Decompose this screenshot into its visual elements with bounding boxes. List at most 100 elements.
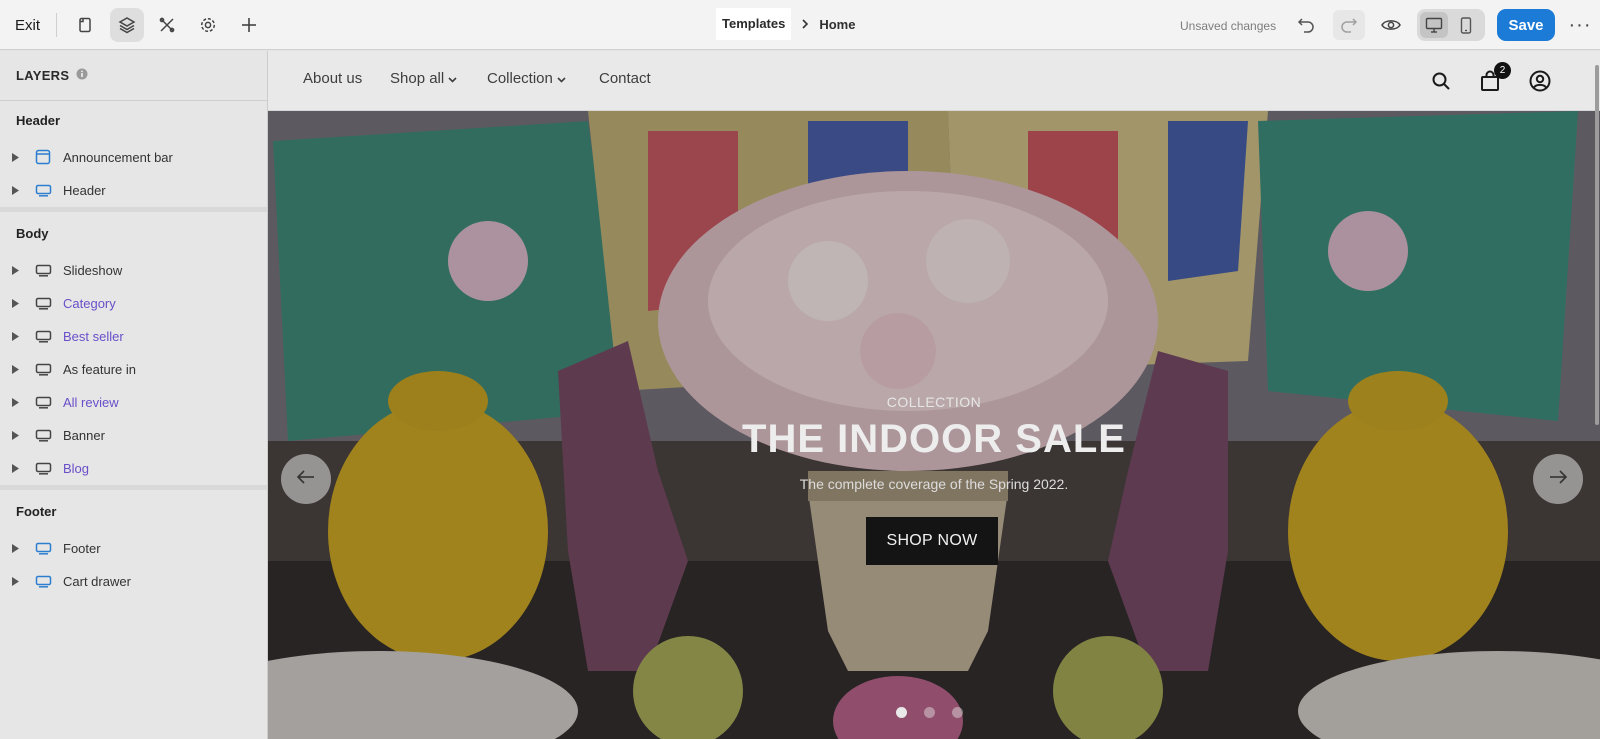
layer-header[interactable]: Header <box>0 175 267 205</box>
arrow-right-icon <box>1549 469 1568 489</box>
exit-button[interactable]: Exit <box>15 17 40 34</box>
hero-subline: The complete coverage of the Spring 2022… <box>799 476 1069 492</box>
slide-dot[interactable] <box>952 707 963 718</box>
section-icon <box>33 396 53 409</box>
device-toggle <box>1417 9 1485 41</box>
slide-dot[interactable] <box>896 707 907 718</box>
layer-announcement-bar[interactable]: Announcement bar <box>0 142 267 172</box>
slide-dot[interactable] <box>924 707 935 718</box>
expand-caret-icon[interactable] <box>12 265 22 275</box>
hero-kicker: COLLECTION <box>886 394 982 410</box>
save-button[interactable]: Save <box>1497 9 1555 41</box>
layer-label: All review <box>63 394 119 410</box>
layer-as-feature-in[interactable]: As feature in <box>0 354 267 384</box>
mobile-icon[interactable] <box>1452 12 1480 38</box>
section-icon <box>33 297 53 310</box>
layer-label: Slideshow <box>63 262 123 278</box>
nav-collection[interactable]: Collection <box>487 70 566 87</box>
nav-label: Shop all <box>390 70 445 87</box>
expand-caret-icon[interactable] <box>12 543 22 553</box>
layers-title: LAYERS <box>16 68 70 83</box>
breadcrumb: Templates Home <box>716 8 855 40</box>
expand-caret-icon[interactable] <box>12 298 22 308</box>
layer-label: Footer <box>63 540 101 556</box>
layer-category[interactable]: Category <box>0 288 267 318</box>
desktop-icon[interactable] <box>1420 12 1448 38</box>
pages-icon[interactable] <box>68 8 102 42</box>
section-divider <box>0 207 267 212</box>
section-title-footer: Footer <box>16 504 57 519</box>
shop-now-button[interactable]: SHOP NOW <box>866 517 998 565</box>
redo-icon[interactable] <box>1333 10 1365 40</box>
layers-icon[interactable] <box>110 8 144 42</box>
layer-label: Banner <box>63 427 105 443</box>
layer-cart-drawer[interactable]: Cart drawer <box>0 566 267 596</box>
nav-contact[interactable]: Contact <box>599 70 651 87</box>
layer-slideshow[interactable]: Slideshow <box>0 255 267 285</box>
breadcrumb-home[interactable]: Home <box>819 17 855 32</box>
chevron-down-icon <box>448 70 457 87</box>
layer-label: Announcement bar <box>63 149 173 165</box>
expand-caret-icon[interactable] <box>12 364 22 374</box>
nav-label: Collection <box>487 70 553 87</box>
slide-next-button[interactable] <box>1533 454 1583 504</box>
slideshow-hero[interactable]: COLLECTION THE INDOOR SALE The complete … <box>268 111 1600 739</box>
account-icon[interactable] <box>1526 67 1554 95</box>
editor-toolbar: Exit Templates Home Unsaved changes Save… <box>0 0 1600 50</box>
layer-footer[interactable]: Footer <box>0 533 267 563</box>
layer-label: Category <box>63 295 116 311</box>
undo-icon[interactable] <box>1293 12 1319 38</box>
layer-label: As feature in <box>63 361 136 377</box>
section-icon <box>33 363 53 376</box>
section-title-body: Body <box>16 226 49 241</box>
more-options-icon[interactable]: ··· <box>1567 12 1593 38</box>
section-icon <box>33 462 53 475</box>
layers-panel: LAYERS Header Announcement bar Header Bo… <box>0 51 268 739</box>
layer-label: Blog <box>63 460 90 476</box>
nav-shop-all[interactable]: Shop all <box>390 70 457 87</box>
section-icon <box>33 429 53 442</box>
chevron-down-icon <box>557 70 566 87</box>
layers-header: LAYERS <box>0 51 267 101</box>
nav-about-us[interactable]: About us <box>303 70 362 87</box>
section-icon <box>33 575 53 588</box>
section-icon <box>33 330 53 343</box>
expand-caret-icon[interactable] <box>12 331 22 341</box>
section-divider <box>0 485 267 490</box>
slide-prev-button[interactable] <box>281 454 331 504</box>
section-icon <box>33 264 53 277</box>
section-icon <box>33 184 53 197</box>
layer-banner[interactable]: Banner <box>0 420 267 450</box>
announcement-icon <box>33 149 53 165</box>
settings-icon[interactable] <box>191 8 225 42</box>
section-icon <box>33 542 53 555</box>
expand-caret-icon[interactable] <box>12 430 22 440</box>
chevron-right-icon <box>801 19 809 29</box>
expand-caret-icon[interactable] <box>12 576 22 586</box>
add-icon[interactable] <box>232 8 266 42</box>
layer-label: Best seller <box>63 328 124 344</box>
preview-eye-icon[interactable] <box>1377 12 1405 38</box>
tools-icon[interactable] <box>150 8 184 42</box>
cart-count-badge: 2 <box>1494 62 1511 79</box>
info-icon[interactable] <box>76 67 88 85</box>
search-icon[interactable] <box>1427 67 1455 95</box>
slide-pagination <box>896 707 963 718</box>
arrow-left-icon <box>296 469 315 489</box>
unsaved-status: Unsaved changes <box>1180 19 1277 33</box>
preview-canvas: About us Shop all Collection Contact 2 C… <box>268 51 1600 739</box>
layer-label: Header <box>63 182 106 198</box>
breadcrumb-templates[interactable]: Templates <box>716 8 792 40</box>
expand-caret-icon[interactable] <box>12 397 22 407</box>
canvas-scrollbar[interactable] <box>1595 65 1599 425</box>
toolbar-divider <box>56 13 57 37</box>
layer-all-review[interactable]: All review <box>0 387 267 417</box>
layer-best-seller[interactable]: Best seller <box>0 321 267 351</box>
expand-caret-icon[interactable] <box>12 152 22 162</box>
store-header: About us Shop all Collection Contact 2 <box>268 51 1600 111</box>
expand-caret-icon[interactable] <box>12 185 22 195</box>
expand-caret-icon[interactable] <box>12 463 22 473</box>
layer-blog[interactable]: Blog <box>0 453 267 483</box>
layer-label: Cart drawer <box>63 573 131 589</box>
section-title-header: Header <box>16 113 61 128</box>
